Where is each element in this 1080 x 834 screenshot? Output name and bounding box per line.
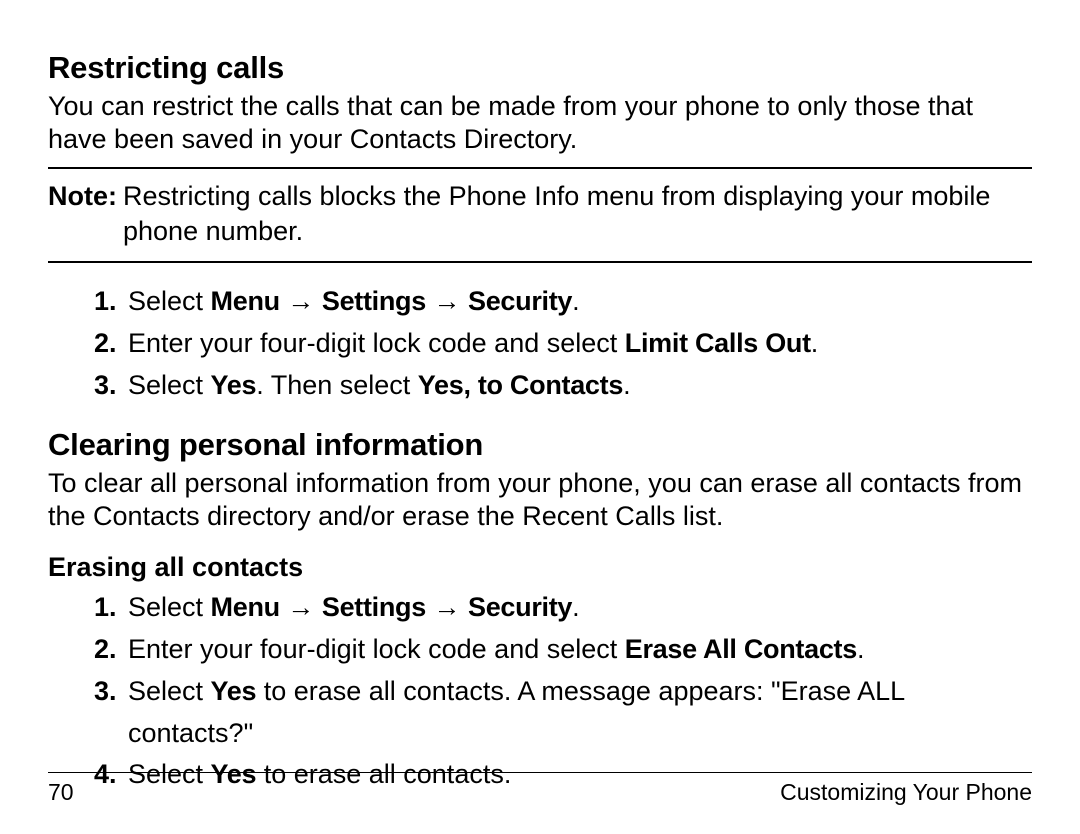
step: Select Yes to erase all contacts. A mess… (128, 671, 1032, 755)
step: Enter your four-digit lock code and sele… (128, 629, 1032, 671)
menu-path-segment: Menu (211, 286, 280, 316)
ui-label: Limit Calls Out (625, 328, 811, 358)
step: Select Yes. Then select Yes, to Contacts… (128, 365, 1032, 407)
step-text: Select (128, 676, 211, 706)
arrow-icon: → (280, 286, 322, 316)
page-footer: 70 Customizing Your Phone (48, 772, 1032, 806)
menu-path-segment: Security (468, 286, 572, 316)
note-block: Note: Restricting calls blocks the Phone… (48, 167, 1032, 263)
step-text: . (857, 634, 865, 664)
page-number: 70 (48, 779, 74, 806)
step: Select Menu → Settings → Security. (128, 587, 1032, 629)
step-text: . (811, 328, 819, 358)
steps-erasing-contacts: Select Menu → Settings → Security. Enter… (48, 587, 1032, 796)
footer-rule (48, 772, 1032, 773)
step-text: Enter your four-digit lock code and sele… (128, 634, 625, 664)
step-text: Enter your four-digit lock code and sele… (128, 328, 625, 358)
arrow-icon: → (280, 592, 322, 622)
step-text: Select (128, 286, 211, 316)
ui-label: Yes, to Contacts (418, 370, 623, 400)
menu-path-segment: Menu (211, 592, 280, 622)
step-text: . (572, 592, 580, 622)
chapter-title: Customizing Your Phone (780, 779, 1032, 806)
intro-restricting-calls: You can restrict the calls that can be m… (48, 90, 1032, 158)
subheading-erasing-contacts: Erasing all contacts (48, 552, 1032, 583)
ui-label: Yes (211, 370, 257, 400)
steps-restricting-calls: Select Menu → Settings → Security. Enter… (48, 281, 1032, 407)
menu-path-segment: Security (468, 592, 572, 622)
step-text: Select (128, 592, 211, 622)
note-text: Restricting calls blocks the Phone Info … (123, 179, 1032, 249)
note-label: Note: (48, 179, 117, 249)
menu-path-segment: Settings (322, 286, 426, 316)
step: Enter your four-digit lock code and sele… (128, 323, 1032, 365)
step-text: . (623, 370, 631, 400)
step: Select Menu → Settings → Security. (128, 281, 1032, 323)
ui-label: Erase All Contacts (625, 634, 857, 664)
arrow-icon: → (426, 592, 468, 622)
menu-path-segment: Settings (322, 592, 426, 622)
intro-clearing-info: To clear all personal information from y… (48, 467, 1032, 535)
document-page: Restricting calls You can restrict the c… (0, 0, 1080, 834)
arrow-icon: → (426, 286, 468, 316)
heading-clearing-info: Clearing personal information (48, 427, 1032, 463)
step-text: . Then select (256, 370, 418, 400)
step-text: . (572, 286, 580, 316)
step-text: Select (128, 370, 211, 400)
ui-label: Yes (211, 676, 257, 706)
heading-restricting-calls: Restricting calls (48, 50, 1032, 86)
